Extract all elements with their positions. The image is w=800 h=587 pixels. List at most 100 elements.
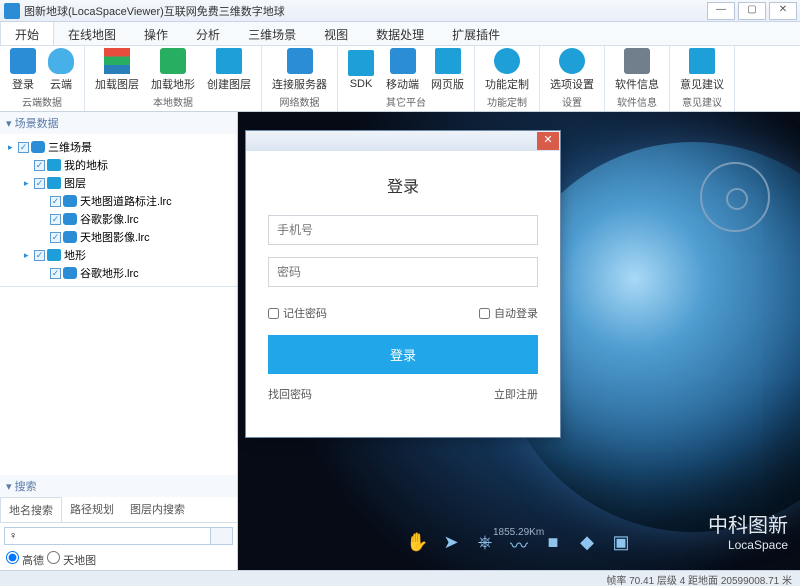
ribbon-button[interactable]: 选项设置 bbox=[544, 46, 600, 94]
ribbon-button[interactable]: 加载图层 bbox=[89, 46, 145, 94]
maximize-button[interactable]: ▢ bbox=[738, 2, 766, 20]
pan-tool-icon[interactable]: ✋ bbox=[406, 532, 428, 554]
bottom-toolbar: ✋ ➤ ⎈ 〰 ■ ◆ ▣ bbox=[406, 532, 632, 554]
tree-node[interactable]: ✓谷歌影像.lrc bbox=[2, 210, 235, 228]
search-tab[interactable]: 路径规划 bbox=[62, 497, 122, 522]
tree-node[interactable]: ▸✓图层 bbox=[2, 174, 235, 192]
pointer-tool-icon[interactable]: ➤ bbox=[440, 532, 462, 554]
pin-tool-icon[interactable]: ◆ bbox=[576, 532, 598, 554]
ribbon-button[interactable]: 网页版 bbox=[425, 46, 470, 94]
compass-widget[interactable] bbox=[700, 162, 770, 232]
ribbon: 登录云端云端数据加载图层加载地形创建图层本地数据连接服务器网络数据SDK移动端网… bbox=[0, 46, 800, 112]
tree-node[interactable]: ✓天地图道路标注.lrc bbox=[2, 192, 235, 210]
expand-icon[interactable]: ▸ bbox=[24, 178, 34, 189]
search-provider-radio: 高德 天地图 bbox=[0, 549, 237, 570]
password-field[interactable] bbox=[268, 257, 538, 287]
ribbon-group-label: 本地数据 bbox=[85, 94, 261, 111]
phone-field[interactable] bbox=[268, 215, 538, 245]
ribbon-group-label: 设置 bbox=[540, 94, 604, 111]
login-button[interactable]: 登录 bbox=[268, 335, 538, 374]
ribbon-group-label: 网络数据 bbox=[262, 94, 337, 111]
path-tool-icon[interactable]: 〰 bbox=[508, 532, 530, 554]
移动端-icon bbox=[390, 48, 416, 74]
menu-item[interactable]: 操作 bbox=[130, 22, 182, 45]
search-input[interactable] bbox=[4, 527, 211, 545]
ribbon-button[interactable]: 功能定制 bbox=[479, 46, 535, 94]
创建图层-icon bbox=[216, 48, 242, 74]
tree-node[interactable]: ✓ 我的地标 bbox=[2, 156, 235, 174]
SDK-icon bbox=[348, 50, 374, 76]
search-tabs: 地名搜索路径规划图层内搜索 bbox=[0, 497, 237, 523]
tree-node[interactable]: ▸✓ 三维场景 bbox=[2, 138, 235, 156]
register-link[interactable]: 立即注册 bbox=[494, 386, 538, 402]
marker-tool-icon[interactable]: ⎈ bbox=[474, 532, 496, 554]
node-icon bbox=[63, 267, 77, 279]
menu-item[interactable]: 数据处理 bbox=[362, 22, 438, 45]
软件信息-icon bbox=[624, 48, 650, 74]
node-label: 地形 bbox=[64, 247, 86, 263]
node-label: 我的地标 bbox=[64, 157, 108, 173]
ribbon-button[interactable]: 云端 bbox=[42, 46, 80, 94]
expand-icon[interactable]: ▸ bbox=[8, 142, 18, 153]
menu-item[interactable]: 分析 bbox=[182, 22, 234, 45]
node-icon bbox=[63, 195, 77, 207]
search-go-button[interactable] bbox=[211, 527, 233, 545]
ribbon-button[interactable]: 连接服务器 bbox=[266, 46, 333, 94]
area-tool-icon[interactable]: ■ bbox=[542, 532, 564, 554]
tree-node[interactable]: ▸✓ 地形 bbox=[2, 246, 235, 264]
camera-tool-icon[interactable]: ▣ bbox=[610, 532, 632, 554]
menu-item[interactable]: 三维场景 bbox=[234, 22, 310, 45]
status-bar: 帧率 70.41 层级 4 距地面 20599008.71 米 bbox=[0, 570, 800, 586]
node-label: 天地图影像.lrc bbox=[80, 229, 150, 245]
云端-icon bbox=[48, 48, 74, 74]
dialog-close-icon[interactable]: ✕ bbox=[537, 132, 559, 150]
layer-checkbox[interactable]: ✓ bbox=[50, 232, 61, 243]
menu-item[interactable]: 开始 bbox=[0, 22, 54, 45]
layer-checkbox[interactable]: ✓ bbox=[18, 142, 29, 153]
menu-item[interactable]: 视图 bbox=[310, 22, 362, 45]
ribbon-button[interactable]: 移动端 bbox=[380, 46, 425, 94]
left-panel: ▾ 场景数据 ▸✓三维场景✓我的地标▸✓图层✓天地图道路标注.lrc✓谷歌影像.… bbox=[0, 112, 238, 570]
provider-radio[interactable]: 高德 bbox=[6, 555, 47, 567]
brand-label: 中科图新 LocaSpace bbox=[708, 509, 788, 552]
tree-node[interactable]: ✓谷歌地形.lrc bbox=[2, 264, 235, 282]
window-title: 图新地球(LocaSpaceViewer)互联网免费三维数字地球 bbox=[24, 3, 707, 19]
scene-data-header[interactable]: ▾ 场景数据 bbox=[0, 112, 237, 134]
node-icon bbox=[47, 249, 61, 261]
close-button[interactable]: ✕ bbox=[769, 2, 797, 20]
layer-checkbox[interactable]: ✓ bbox=[50, 214, 61, 225]
search-header[interactable]: ▾ 搜索 bbox=[0, 475, 237, 497]
加载地形-icon bbox=[160, 48, 186, 74]
node-label: 三维场景 bbox=[48, 139, 92, 155]
连接服务器-icon bbox=[287, 48, 313, 74]
provider-radio[interactable]: 天地图 bbox=[47, 555, 96, 567]
ribbon-group-label: 其它平台 bbox=[338, 94, 474, 111]
autologin-checkbox[interactable]: 自动登录 bbox=[479, 305, 538, 321]
layer-checkbox[interactable]: ✓ bbox=[34, 160, 45, 171]
search-tab[interactable]: 图层内搜索 bbox=[122, 497, 193, 522]
ribbon-button[interactable]: 创建图层 bbox=[201, 46, 257, 94]
expand-icon[interactable]: ▸ bbox=[24, 250, 34, 261]
minimize-button[interactable]: — bbox=[707, 2, 735, 20]
menu-item[interactable]: 在线地图 bbox=[54, 22, 130, 45]
ribbon-button[interactable]: 意见建议 bbox=[674, 46, 730, 94]
layer-checkbox[interactable]: ✓ bbox=[34, 178, 45, 189]
forgot-password-link[interactable]: 找回密码 bbox=[268, 386, 312, 402]
ribbon-button[interactable]: SDK bbox=[342, 48, 380, 92]
ribbon-button[interactable]: 软件信息 bbox=[609, 46, 665, 94]
dialog-titlebar[interactable]: ✕ bbox=[246, 131, 560, 151]
ribbon-button[interactable]: 登录 bbox=[4, 46, 42, 94]
menu-item[interactable]: 扩展插件 bbox=[438, 22, 514, 45]
ribbon-group-label: 功能定制 bbox=[475, 94, 539, 111]
tree-node[interactable]: ✓ 天地图影像.lrc bbox=[2, 228, 235, 246]
layer-checkbox[interactable]: ✓ bbox=[50, 196, 61, 207]
node-icon bbox=[63, 213, 77, 225]
意见建议-icon bbox=[689, 48, 715, 74]
layer-checkbox[interactable]: ✓ bbox=[50, 268, 61, 279]
layer-checkbox[interactable]: ✓ bbox=[34, 250, 45, 261]
ribbon-button[interactable]: 加载地形 bbox=[145, 46, 201, 94]
remember-checkbox[interactable]: 记住密码 bbox=[268, 305, 327, 321]
search-tab[interactable]: 地名搜索 bbox=[0, 497, 62, 522]
node-icon bbox=[31, 141, 45, 153]
网页版-icon bbox=[435, 48, 461, 74]
